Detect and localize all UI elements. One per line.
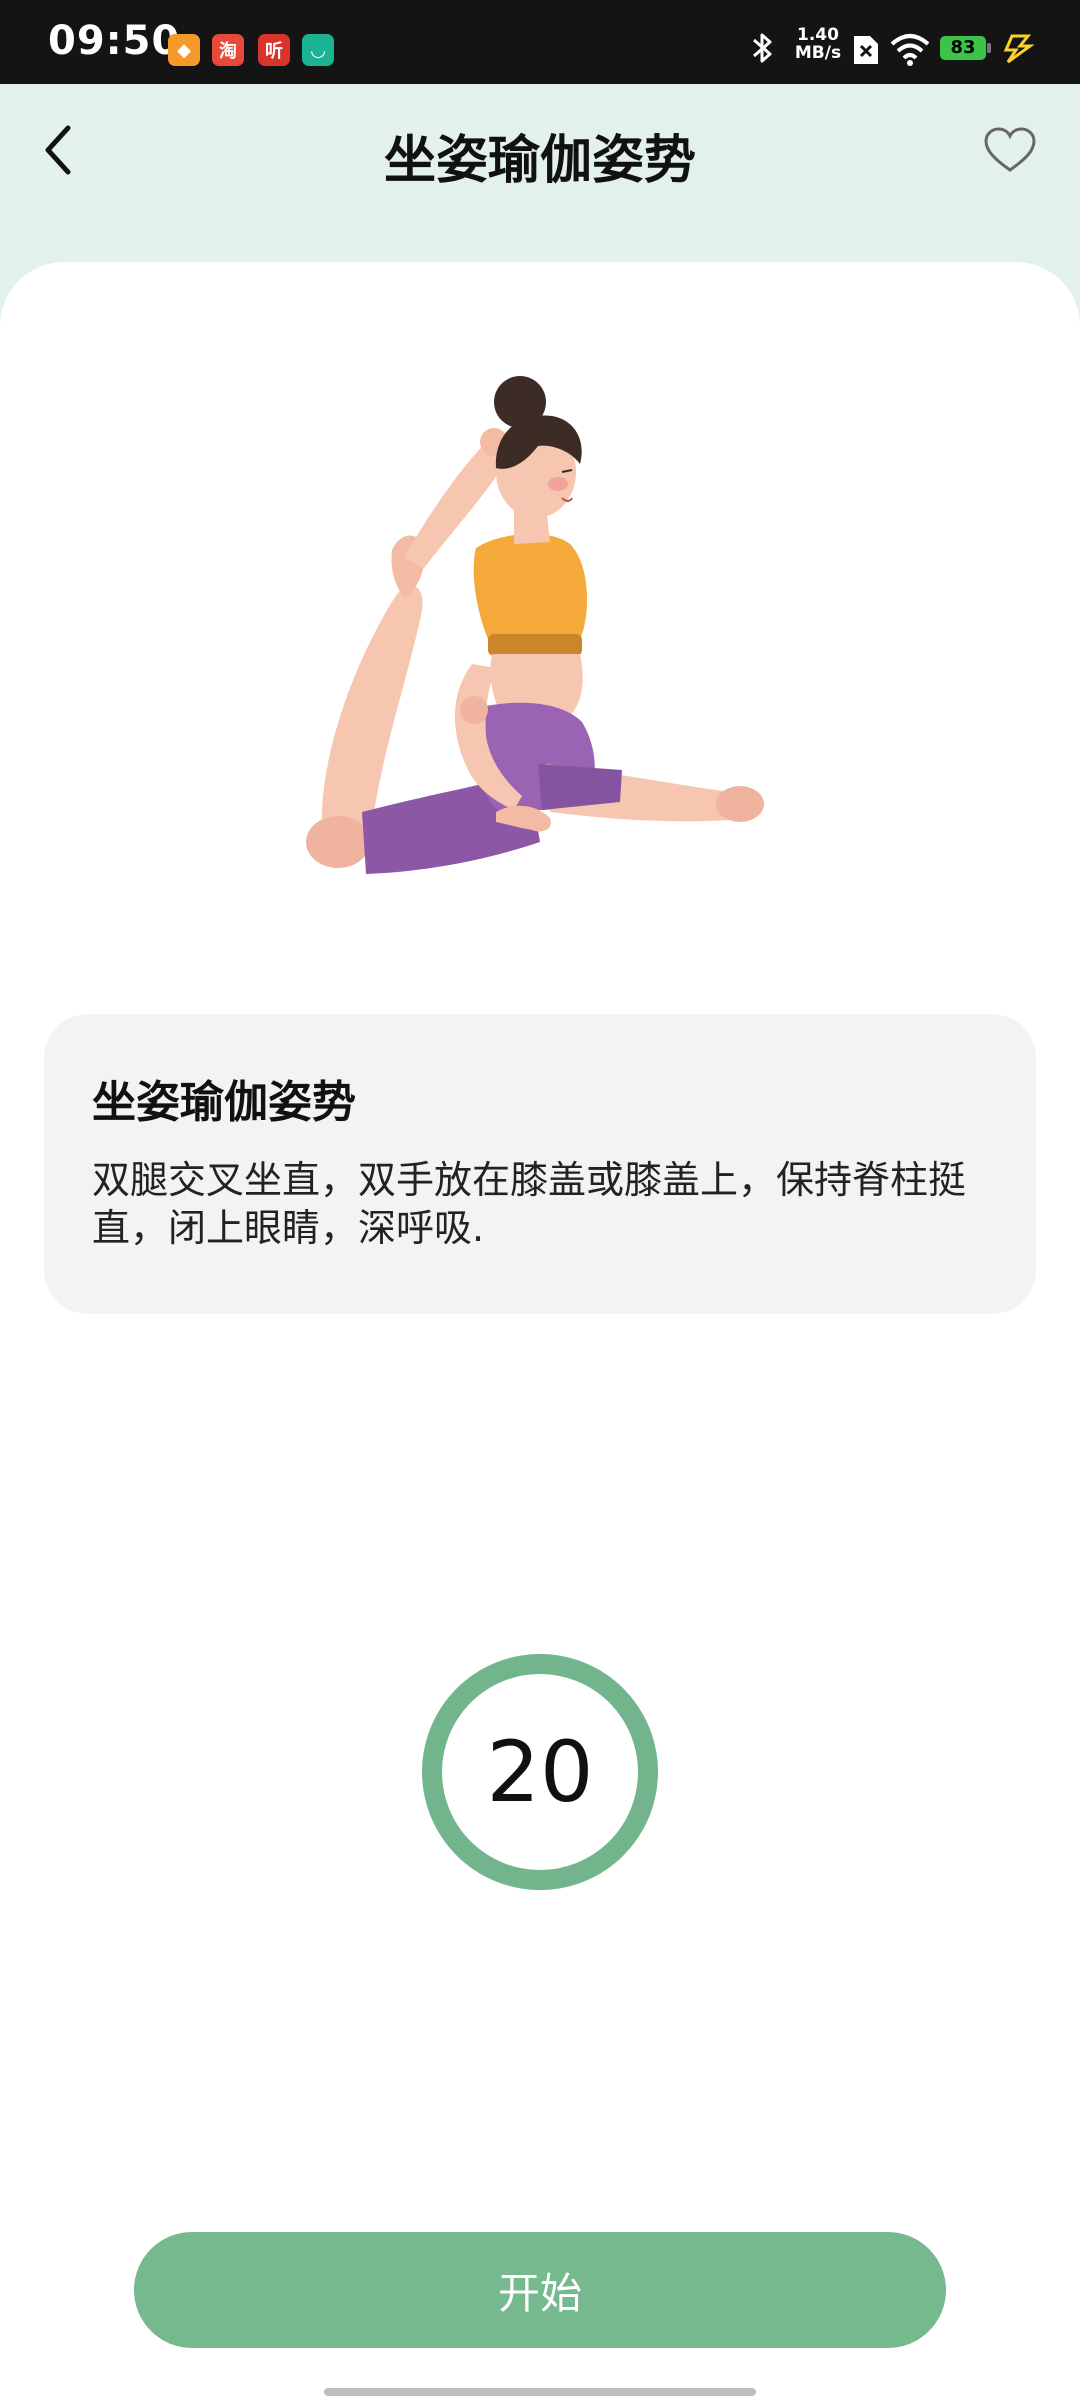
status-bar: 09:50 ◆ 淘 听 ◡ 1.40 MB/s 83 xyxy=(0,0,1080,84)
charging-icon xyxy=(1003,34,1034,64)
favorite-button[interactable] xyxy=(978,118,1042,182)
home-indicator xyxy=(324,2388,756,2396)
yoga-pose-illustration xyxy=(306,376,764,874)
wifi-icon xyxy=(890,34,930,66)
battery-level: 83 xyxy=(940,36,986,60)
taobao-icon: 淘 xyxy=(212,34,244,66)
listen-icon: 听 xyxy=(258,34,290,66)
sim-disabled-icon xyxy=(854,36,878,64)
timer-value: 20 xyxy=(486,1723,594,1821)
main-card: 坐姿瑜伽姿势 双腿交叉坐直，双手放在膝盖或膝盖上，保持脊柱挺直，闭上眼睛，深呼吸… xyxy=(0,262,1080,2400)
network-speed: 1.40 MB/s xyxy=(794,25,842,63)
battery-tip xyxy=(987,43,991,53)
bluetooth-icon xyxy=(753,33,772,63)
pose-info-card: 坐姿瑜伽姿势 双腿交叉坐直，双手放在膝盖或膝盖上，保持脊柱挺直，闭上眼睛，深呼吸… xyxy=(44,1014,1036,1314)
pose-title: 坐姿瑜伽姿势 xyxy=(92,1077,356,1128)
status-time: 09:50 xyxy=(48,18,181,64)
taobao-flash-icon: ◆ xyxy=(168,34,200,66)
pose-description: 双腿交叉坐直，双手放在膝盖或膝盖上，保持脊柱挺直，闭上眼睛，深呼吸. xyxy=(92,1158,967,1250)
mijia-icon: ◡ xyxy=(302,34,334,66)
page-title: 坐姿瑜伽姿势 xyxy=(383,131,696,191)
heart-outline-icon xyxy=(984,127,1036,172)
start-button[interactable]: 开始 xyxy=(134,2232,946,2348)
